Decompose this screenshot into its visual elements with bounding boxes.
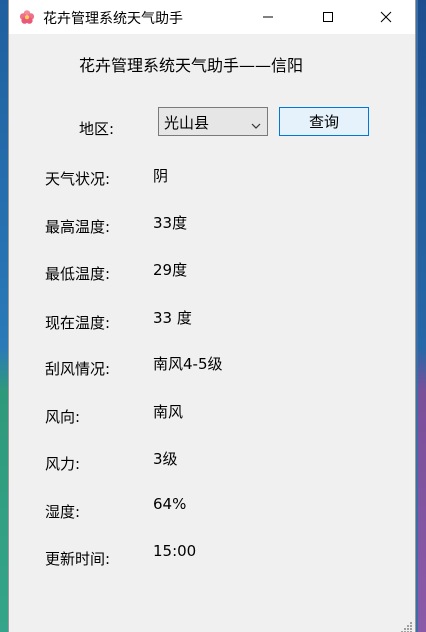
app-window: 花卉管理系统天气助手 花卉管理系统天气助手——信阳 地区: 光山县 查询 天气状…	[8, 0, 416, 632]
min-temp-value: 29度	[153, 261, 188, 279]
max-temp-value: 33度	[153, 214, 188, 232]
maximize-icon	[322, 8, 334, 27]
wind-condition-value: 南风4-5级	[153, 355, 223, 373]
close-icon	[380, 8, 392, 27]
humidity-label: 湿度:	[45, 503, 81, 521]
wind-direction-value: 南风	[153, 403, 184, 421]
weather-label: 天气状况:	[45, 170, 111, 188]
wind-force-value: 3级	[153, 450, 178, 468]
region-select[interactable]: 光山县	[158, 107, 268, 136]
page-title: 花卉管理系统天气助手——信阳	[79, 56, 304, 75]
window-title: 花卉管理系统天气助手	[43, 11, 183, 27]
humidity-value: 64%	[153, 495, 187, 513]
max-temp-label: 最高温度:	[45, 218, 111, 236]
region-label: 地区:	[79, 120, 115, 138]
minimize-button[interactable]	[245, 0, 291, 34]
update-time-label: 更新时间:	[45, 550, 111, 568]
flower-icon	[19, 9, 35, 25]
close-button[interactable]	[363, 0, 409, 34]
maximize-button[interactable]	[305, 0, 351, 34]
wind-condition-label: 刮风情况:	[45, 360, 111, 378]
weather-value: 阴	[153, 167, 169, 185]
update-time-value: 15:00	[153, 542, 197, 560]
wind-direction-label: 风向:	[45, 408, 81, 426]
title-bar[interactable]: 花卉管理系统天气助手	[9, 0, 415, 34]
min-temp-label: 最低温度:	[45, 265, 111, 283]
resize-grip-icon[interactable]	[401, 618, 413, 632]
desktop-background-right	[418, 0, 426, 632]
wind-force-label: 风力:	[45, 455, 81, 473]
chevron-down-icon	[251, 116, 261, 129]
minimize-icon	[262, 8, 274, 27]
current-temp-value: 33 度	[153, 309, 192, 327]
current-temp-label: 现在温度:	[45, 314, 111, 332]
region-select-value: 光山县	[164, 114, 210, 132]
desktop-background-left	[0, 0, 8, 632]
query-button[interactable]: 查询	[279, 107, 369, 136]
